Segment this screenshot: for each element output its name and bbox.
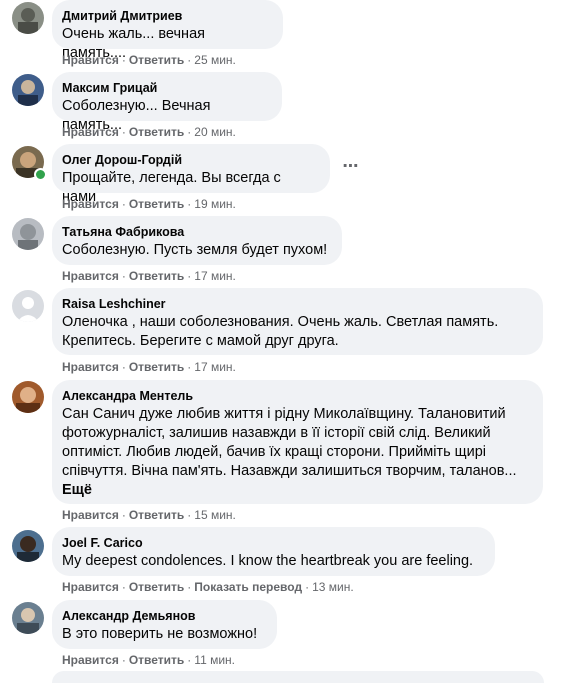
- comment-bubble: Дмитрий Дмитриев Очень жаль... вечная па…: [52, 0, 283, 61]
- next-comment-bubble-partial: [52, 671, 544, 683]
- comment-text-line: фотожурналіст, залишив назавжди в її іст…: [62, 425, 491, 441]
- avatar[interactable]: [12, 2, 44, 34]
- comment-bubble: Татьяна Фабрикова Соболезную. Пусть земл…: [52, 216, 342, 265]
- ellipsis-icon[interactable]: ⋯: [341, 159, 361, 180]
- reply-button[interactable]: Ответить: [129, 360, 184, 374]
- avatar[interactable]: [12, 74, 44, 106]
- see-more-link[interactable]: Ещё: [62, 481, 531, 500]
- comment-time[interactable]: 11 мин.: [194, 653, 235, 667]
- comment-time[interactable]: 17 мин.: [194, 269, 236, 283]
- like-button[interactable]: Нравится: [62, 508, 119, 522]
- reply-button[interactable]: Ответить: [129, 653, 184, 667]
- comment-author[interactable]: Максим Грицай: [62, 80, 270, 96]
- comment-bubble: Александр Демьянов В это поверить не воз…: [52, 600, 277, 649]
- comment-text-line: Крепитесь. Берегите с мамой друг друга.: [62, 333, 339, 349]
- comment-text: My deepest condolences. I know the heart…: [62, 553, 474, 569]
- like-button[interactable]: Нравится: [62, 53, 119, 67]
- like-button[interactable]: Нравится: [62, 653, 119, 667]
- reply-button[interactable]: Ответить: [129, 197, 184, 211]
- avatar[interactable]: [12, 381, 44, 413]
- comment-text-line: співчуття. Вічна пам'ять. Назавжди залиш…: [62, 463, 517, 479]
- comment-author[interactable]: Александра Ментель: [62, 388, 531, 404]
- comment-time[interactable]: 17 мин.: [194, 360, 236, 374]
- comment-bubble: Олег Дорош-Гордій Прощайте, легенда. Вы …: [52, 144, 330, 205]
- reply-button[interactable]: Ответить: [129, 125, 184, 139]
- comment-author[interactable]: Александр Демьянов: [62, 608, 265, 624]
- like-button[interactable]: Нравится: [62, 197, 119, 211]
- see-translation-button[interactable]: Показать перевод: [194, 580, 302, 594]
- reply-button[interactable]: Ответить: [129, 53, 184, 67]
- avatar[interactable]: [12, 530, 44, 562]
- comment-author[interactable]: Дмитрий Дмитриев: [62, 8, 271, 24]
- comment-bubble: Joel F. Carico My deepest condolences. I…: [52, 527, 495, 576]
- comment-bubble: Александра Ментель Сан Санич дуже любив …: [52, 380, 543, 504]
- comment-actions: Нравится · Ответить · 19 мин.: [62, 197, 236, 211]
- comment-actions: Нравится · Ответить · 20 мин.: [62, 125, 236, 139]
- comment-bubble: Raisa Leshchiner Оленочка , наши соболез…: [52, 288, 543, 355]
- comment-author[interactable]: Олег Дорош-Гордій: [62, 152, 318, 168]
- comment-text: Соболезную. Пусть земля будет пухом!: [62, 242, 328, 258]
- comment-time[interactable]: 15 мин.: [194, 508, 236, 522]
- comment-time[interactable]: 25 мин.: [194, 53, 236, 67]
- avatar[interactable]: [12, 218, 44, 250]
- comment-text-line: Оленочка , наши соболезнования. Очень жа…: [62, 314, 499, 330]
- online-status-indicator: [34, 168, 47, 181]
- like-button[interactable]: Нравится: [62, 269, 119, 283]
- comment-text-line: оптиміст. Любив людей, бачив їх кращі ст…: [62, 444, 486, 460]
- comment-actions: Нравится · Ответить · 15 мин.: [62, 508, 236, 522]
- comment-actions: Нравится · Ответить · Показать перевод · 13 ми…: [62, 580, 354, 594]
- comment-author[interactable]: Татьяна Фабрикова: [62, 224, 330, 240]
- comment-time[interactable]: 20 мин.: [194, 125, 236, 139]
- reply-button[interactable]: Ответить: [129, 269, 184, 283]
- comment-actions: Нравится · Ответить · 17 мин.: [62, 360, 236, 374]
- comment-actions: Нравится · Ответить · 17 мин.: [62, 269, 236, 283]
- like-button[interactable]: Нравится: [62, 125, 119, 139]
- like-button[interactable]: Нравится: [62, 360, 119, 374]
- comment-text: В это поверить не возможно!: [62, 626, 258, 642]
- reply-button[interactable]: Ответить: [129, 508, 184, 522]
- comment-actions: Нравится · Ответить · 25 мин.: [62, 53, 236, 67]
- avatar[interactable]: [12, 602, 44, 634]
- comment-time[interactable]: 19 мин.: [194, 197, 236, 211]
- reply-button[interactable]: Ответить: [129, 580, 184, 594]
- like-button[interactable]: Нравится: [62, 580, 119, 594]
- comment-actions: Нравится · Ответить · 11 мин.: [62, 653, 235, 667]
- comment-text-line: Сан Санич дуже любив життя і рідну Микол…: [62, 406, 506, 422]
- comment-author[interactable]: Raisa Leshchiner: [62, 296, 531, 312]
- comment-time[interactable]: 13 мин.: [312, 580, 354, 594]
- comment-bubble: Максим Грицай Соболезную... Вечная памят…: [52, 72, 282, 133]
- comment-author[interactable]: Joel F. Carico: [62, 535, 483, 551]
- avatar[interactable]: [12, 290, 44, 322]
